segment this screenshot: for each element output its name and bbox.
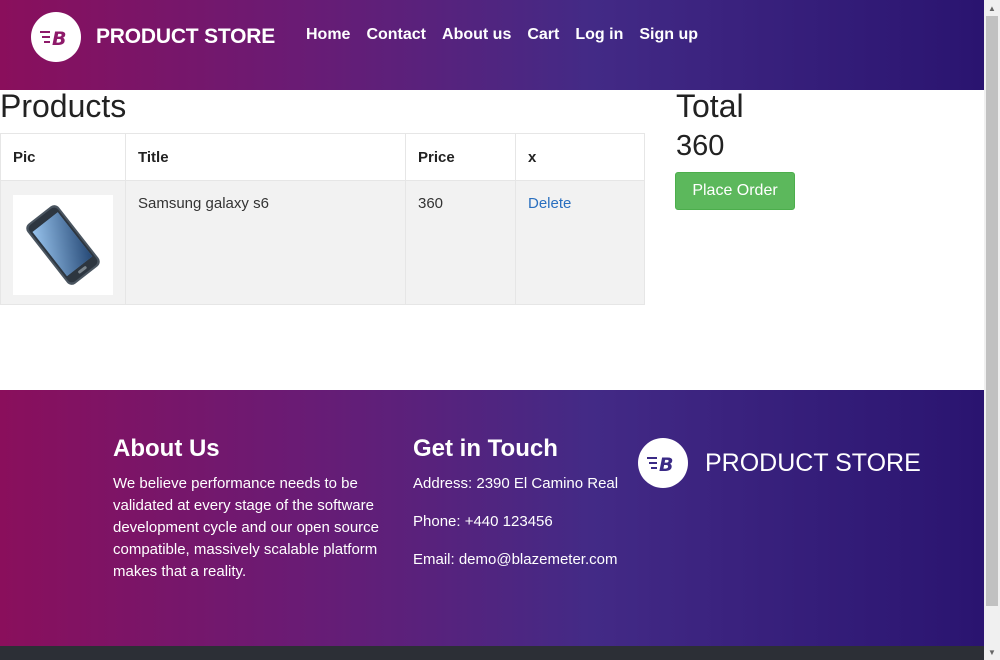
nav-about-us[interactable]: About us (442, 26, 511, 44)
table-row: Samsung galaxy s6 360 Delete (0, 180, 645, 305)
product-image (13, 195, 113, 295)
cell-title: Samsung galaxy s6 (125, 180, 406, 305)
footer-brand-name: PRODUCT STORE (705, 448, 921, 477)
navbar: B PRODUCT STORE Home Contact About us Ca… (0, 0, 984, 90)
place-order-button[interactable]: Place Order (675, 172, 795, 210)
nav-sign-up[interactable]: Sign up (639, 26, 698, 44)
scroll-down-arrow-icon[interactable]: ▼ (984, 644, 1000, 660)
brand[interactable]: B PRODUCT STORE (31, 12, 275, 62)
about-text: We believe performance needs to be valid… (113, 475, 380, 580)
column-header-price: Price (405, 133, 516, 181)
main-nav: Home Contact About us Cart Log in Sign u… (306, 26, 714, 44)
footer-contact: Get in Touch Address: 2390 El Camino Rea… (413, 435, 618, 587)
cell-price: 360 (405, 180, 516, 305)
cell-pic (0, 180, 126, 305)
products-title: Products (0, 88, 127, 124)
cell-action: Delete (515, 180, 645, 305)
table-header-row: Pic Title Price x (0, 133, 645, 181)
footer-about: About Us We believe performance needs to… (113, 435, 383, 583)
contact-phone: Phone: +440 123456 (413, 513, 553, 530)
delete-link[interactable]: Delete (528, 195, 571, 212)
about-title: About Us (113, 435, 220, 462)
svg-text:B: B (659, 454, 673, 474)
blazemeter-logo-icon: B (638, 438, 688, 488)
footer-brand: B PRODUCT STORE (638, 438, 921, 488)
vertical-scrollbar[interactable]: ▲ ▼ (984, 0, 1000, 660)
nav-log-in[interactable]: Log in (575, 26, 623, 44)
column-header-title: Title (125, 133, 406, 181)
scroll-thumb[interactable] (986, 16, 998, 606)
column-header-x: x (515, 133, 645, 181)
contact-title: Get in Touch (413, 435, 558, 462)
bottom-bar (0, 646, 984, 660)
total-label: Total (676, 88, 744, 124)
contact-email: Email: demo@blazemeter.com (413, 551, 618, 568)
brand-name[interactable]: PRODUCT STORE (96, 25, 275, 49)
footer: About Us We believe performance needs to… (0, 390, 984, 646)
nav-contact[interactable]: Contact (366, 26, 426, 44)
contact-address: Address: 2390 El Camino Real (413, 475, 619, 492)
column-header-pic: Pic (0, 133, 126, 181)
nav-home[interactable]: Home (306, 26, 350, 44)
cart-table: Pic Title Price x Samsung galaxy s6 360 … (0, 133, 645, 305)
total-value: 360 (676, 130, 725, 162)
nav-cart[interactable]: Cart (527, 26, 559, 44)
scroll-up-arrow-icon[interactable]: ▲ (984, 0, 1000, 16)
blazemeter-logo-icon: B (31, 12, 81, 62)
svg-text:B: B (52, 28, 66, 48)
